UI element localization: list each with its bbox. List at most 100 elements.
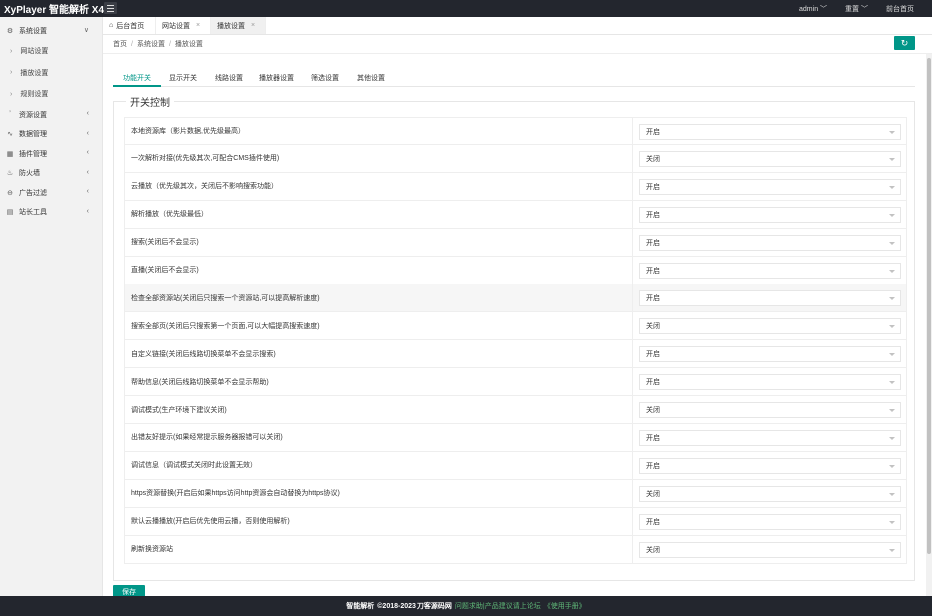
- setting-select[interactable]: 关闭: [639, 318, 901, 335]
- tab-filter-settings[interactable]: 筛选设置: [311, 73, 339, 83]
- sidebar-sub-site[interactable]: › 网站设置: [0, 41, 102, 63]
- setting-select[interactable]: 开启: [639, 206, 901, 223]
- select-value: 关闭: [646, 407, 660, 414]
- footer-manual-link[interactable]: 《使用手册》: [544, 601, 586, 611]
- sidebar-sub-play[interactable]: › 播放设置: [0, 62, 102, 84]
- setting-select[interactable]: 开启: [639, 457, 901, 474]
- caret-down-icon: [889, 409, 895, 412]
- setting-select[interactable]: 开启: [639, 346, 901, 363]
- sidebar-item-plugin[interactable]: ▦ 插件管理 ‹: [0, 144, 102, 164]
- setting-row: https资源替换(开启后如果https访问http资源会自动替换为https协…: [124, 479, 907, 508]
- home-icon: ⌂: [109, 22, 114, 29]
- setting-label: 搜索(关闭后不会显示): [125, 228, 633, 257]
- footer-notice-link[interactable]: 问题求助|产品建议请上论坛: [455, 601, 541, 611]
- setting-label: 一次解析对接(优先级其次,可配合CMS插件使用): [125, 144, 633, 173]
- tab-player-settings[interactable]: 播放器设置: [259, 73, 294, 83]
- sidebar-sub-rule[interactable]: › 规则设置: [0, 84, 102, 106]
- app-logo[interactable]: XyPlayer 智能解析 X4: [4, 1, 104, 16]
- setting-label: 帮助信息(关闭后线路切换菜单不会显示帮助): [125, 367, 633, 396]
- chevron-down-icon: ∨: [83, 27, 89, 34]
- breadcrumb-home[interactable]: 首页: [113, 41, 127, 48]
- setting-row: 帮助信息(关闭后线路切换菜单不会显示帮助) 开启: [124, 367, 907, 397]
- close-icon[interactable]: ×: [196, 22, 200, 29]
- select-value: 开启: [646, 518, 660, 526]
- setting-select[interactable]: 开启: [639, 513, 901, 530]
- setting-label: 默认云播播放(开启后优先使用云播，否则使用解析): [125, 507, 633, 536]
- setting-select[interactable]: 开启: [639, 178, 901, 195]
- footer: 智能解析 ©2018-2023 刀客源码网 问题求助|产品建议请上论坛 《使用手…: [0, 596, 932, 616]
- close-icon[interactable]: ×: [251, 22, 255, 29]
- tab-site-settings[interactable]: 网站设置 ×: [156, 17, 211, 34]
- setting-select[interactable]: 开启: [639, 262, 901, 279]
- chevron-down-icon: ﹀: [820, 5, 828, 13]
- setting-select[interactable]: 开启: [639, 234, 901, 251]
- footer-brand: 智能解析: [346, 603, 375, 610]
- breadcrumb-sep: /: [168, 41, 171, 48]
- sidebar-item-data[interactable]: ∿ 数据管理 ‹: [0, 125, 102, 145]
- sidebar-item-tools[interactable]: ▤ 站长工具 ‹: [0, 203, 102, 223]
- sidebar-item-resource[interactable]: ʼ 资源设置 ‹: [0, 105, 102, 125]
- scrollbar[interactable]: [926, 54, 932, 596]
- select-value: 开启: [646, 462, 660, 470]
- footer-site[interactable]: 刀客源码网: [417, 601, 452, 611]
- sidebar-item-adfilter[interactable]: ⊖ 广告过滤 ‹: [0, 183, 102, 203]
- setting-select[interactable]: 开启: [639, 374, 901, 391]
- setting-select[interactable]: 开启: [639, 429, 901, 446]
- user-menu[interactable]: admin ﹀: [799, 4, 827, 14]
- scrollbar-thumb[interactable]: [927, 58, 931, 554]
- setting-label: 云播放（优先级其次，关闭后不影响搜索功能）: [125, 172, 633, 201]
- tab-home[interactable]: ⌂ 后台首页: [103, 17, 156, 34]
- tab-function-switch[interactable]: 功能开关: [123, 73, 151, 83]
- caret-down-icon: [889, 353, 895, 357]
- setting-select[interactable]: 开启: [639, 290, 901, 307]
- tab-line-settings[interactable]: 线路设置: [215, 73, 243, 83]
- caret-down-icon: [889, 131, 895, 134]
- setting-select[interactable]: 关闭: [639, 485, 901, 502]
- chevron-right-icon: ›: [10, 47, 13, 55]
- refresh-button[interactable]: ↻: [894, 36, 915, 50]
- sidebar-sub-label: 播放设置: [20, 69, 49, 77]
- setting-row: 云播放（优先级其次，关闭后不影响搜索功能） 开启: [124, 172, 907, 201]
- sidebar-item-firewall[interactable]: ♨ 防火墙 ‹: [0, 164, 102, 184]
- sidebar-item-label: 防火墙: [19, 170, 40, 178]
- tab-display-switch[interactable]: 显示开关: [169, 73, 197, 83]
- tab-label: 网站设置: [162, 22, 190, 30]
- caret-down-icon: [889, 464, 895, 468]
- select-value: 关闭: [646, 490, 660, 498]
- breadcrumb-system[interactable]: 系统设置: [137, 41, 165, 48]
- gear-icon: ⚙: [6, 27, 14, 35]
- setting-row: 默认云播播放(开启后优先使用云播，否则使用解析) 开启: [124, 507, 907, 536]
- setting-row: 一次解析对接(优先级其次,可配合CMS插件使用) 关闭: [124, 144, 907, 173]
- select-value: 开启: [646, 239, 660, 247]
- chevron-left-icon: ‹: [86, 188, 89, 195]
- menu-toggle-icon[interactable]: [104, 2, 117, 14]
- page-tabs: ⌂ 后台首页 网站设置 × 播放设置 ×: [103, 17, 932, 35]
- setting-select[interactable]: 关闭: [639, 150, 901, 167]
- rss-icon: ʼ: [9, 111, 11, 119]
- setting-row: 搜索(关闭后不会显示) 开启: [124, 228, 907, 257]
- active-tab-underline: [113, 85, 161, 87]
- sidebar-item-label: 资源设置: [19, 111, 47, 119]
- setting-select[interactable]: 关闭: [639, 402, 901, 418]
- reset-label: 重置: [845, 5, 860, 13]
- select-value: 开启: [646, 129, 660, 136]
- sidebar-sub-label: 网站设置: [20, 48, 49, 56]
- setting-label: 检查全部资源站(关闭后只搜索一个资源站,可以提高解析速度): [125, 283, 633, 312]
- reset-menu[interactable]: 重置 ﹀: [845, 4, 868, 14]
- toolbox-icon: ▤: [6, 209, 14, 217]
- breadcrumb: 首页 / 系统设置 / 播放设置: [113, 39, 203, 49]
- setting-label: 出错友好提示(如果经常提示服务器报错可以关闭): [125, 423, 633, 452]
- tab-play-settings[interactable]: 播放设置 ×: [211, 17, 266, 34]
- select-value: 开启: [646, 211, 660, 219]
- chevron-left-icon: ‹: [86, 149, 89, 156]
- sidebar-item-label: 站长工具: [19, 209, 47, 217]
- sidebar-item-system[interactable]: ⚙ 系统设置 ∨: [0, 21, 102, 41]
- caret-down-icon: [889, 213, 895, 217]
- sidebar-sub-label: 规则设置: [20, 91, 49, 99]
- front-page-link[interactable]: 前台首页: [886, 4, 914, 14]
- setting-select[interactable]: 开启: [639, 124, 901, 140]
- setting-label: 刷新换资源站: [125, 535, 633, 563]
- tab-other-settings[interactable]: 其他设置: [357, 73, 385, 83]
- setting-row: 出错友好提示(如果经常提示服务器报错可以关闭) 开启: [124, 423, 907, 452]
- setting-select[interactable]: 关闭: [639, 541, 901, 558]
